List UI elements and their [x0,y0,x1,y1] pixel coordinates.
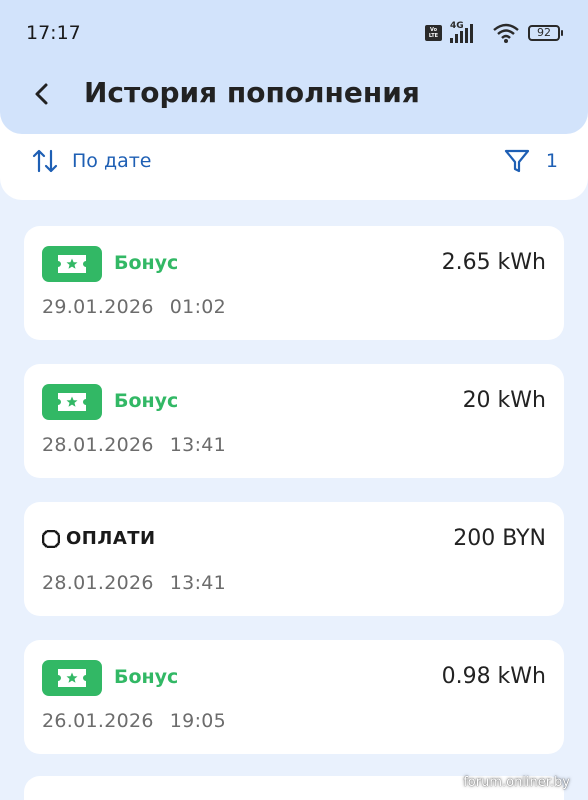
transaction-datetime: 26.01.2026 19:05 [42,710,226,732]
cell-signal-icon: 4G [450,21,484,44]
transaction-date: 29.01.2026 [42,296,154,318]
amount: 0.98 kWh [441,664,546,689]
transaction-date: 28.01.2026 [42,434,154,456]
bonus-ticket-icon [42,660,102,696]
transaction-card[interactable]: Бонус 0.98 kWh 26.01.2026 19:05 [24,640,564,754]
watermark: forum.onliner.by [463,775,570,790]
nav-bar: История пополнения [0,66,588,126]
bonus-ticket-icon [42,246,102,282]
bonus-ticket-icon [42,384,102,420]
source-label: Бонус [114,666,179,688]
wifi-icon [493,23,519,43]
transaction-date: 26.01.2026 [42,710,154,732]
status-time: 17:17 [26,22,81,44]
sort-label: По дате [72,150,152,172]
transaction-time: 19:05 [169,710,227,732]
transaction-time: 13:41 [169,572,227,594]
page-title: История пополнения [84,76,420,109]
battery-icon: 92 [528,25,563,41]
back-arrow-icon[interactable] [28,80,56,108]
status-bar: 17:17 Vo LTE 4G 92 [0,0,588,66]
transaction-date: 28.01.2026 [42,572,154,594]
amount: 200 BYN [453,526,546,551]
transaction-card[interactable]: Бонус 2.65 kWh 29.01.2026 01:02 [24,226,564,340]
transaction-time: 13:41 [169,434,227,456]
sort-button[interactable]: По дате [32,148,152,174]
filter-button[interactable]: 1 [504,148,558,174]
battery-level: 92 [537,26,551,39]
source-label: Бонус [114,252,179,274]
transaction-datetime: 28.01.2026 13:41 [42,434,226,456]
transaction-datetime: 28.01.2026 13:41 [42,572,226,594]
transaction-time: 01:02 [169,296,227,318]
oplati-label: ОПЛАТИ [66,528,156,549]
filter-count: 1 [545,150,558,172]
network-type: 4G [450,21,464,31]
amount: 2.65 kWh [441,250,546,275]
oplati-logo: ОПЛАТИ [42,528,156,549]
app-header: 17:17 Vo LTE 4G 92 История пополнения [0,0,588,134]
oplati-icon [42,529,60,548]
source-label: Бонус [114,390,179,412]
amount: 20 kWh [462,388,546,413]
filter-icon [504,149,530,173]
transaction-card[interactable]: ОПЛАТИ 200 BYN 28.01.2026 13:41 [24,502,564,616]
transaction-datetime: 29.01.2026 01:02 [42,296,226,318]
status-icons: Vo LTE 4G 92 [425,20,563,46]
volte-icon: Vo LTE [425,25,442,41]
transaction-card[interactable]: Бонус 20 kWh 28.01.2026 13:41 [24,364,564,478]
sort-arrows-icon [32,149,58,173]
